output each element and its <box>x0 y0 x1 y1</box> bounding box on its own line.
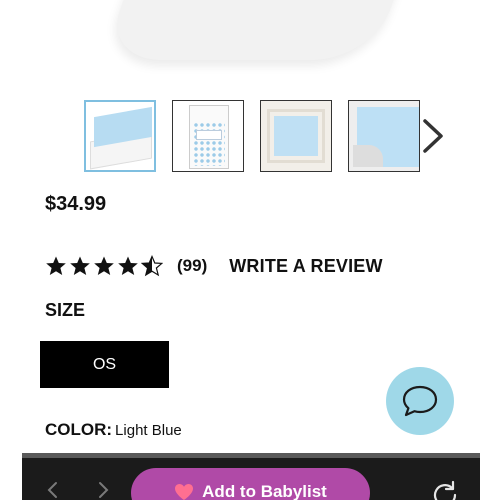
heart-icon <box>175 484 194 500</box>
product-price: $34.99 <box>45 193 107 215</box>
size-heading: SIZE <box>45 300 86 320</box>
chevron-right-icon[interactable] <box>96 481 110 499</box>
star-icon <box>94 256 114 275</box>
thumbnail-crib[interactable] <box>260 100 332 172</box>
star-icon <box>118 256 138 275</box>
thumbnail-sheet-detail[interactable] <box>348 100 420 172</box>
star-rating[interactable] <box>45 255 163 277</box>
thumbnail-carousel <box>84 100 420 172</box>
rating-row: (99) WRITE A REVIEW <box>45 254 383 278</box>
sheet-image <box>101 0 409 60</box>
add-to-babylist-button[interactable]: Add to Babylist <box>131 468 370 500</box>
color-value: Light Blue <box>115 422 182 439</box>
chevron-left-icon[interactable] <box>46 481 60 499</box>
browser-bottom-bar: Add to Babylist <box>22 453 480 500</box>
chevron-right-icon[interactable] <box>420 118 446 154</box>
write-review-link[interactable]: WRITE A REVIEW <box>229 256 382 277</box>
star-icon <box>70 256 90 275</box>
chat-button[interactable] <box>386 367 454 435</box>
size-option-os[interactable]: OS <box>40 341 169 388</box>
add-to-babylist-label: Add to Babylist <box>202 482 327 500</box>
thumbnail-sheet-corner[interactable] <box>84 100 156 172</box>
star-icon <box>141 255 163 277</box>
color-label: COLOR: <box>45 420 113 439</box>
chat-bubble-icon <box>402 385 438 417</box>
reload-icon[interactable] <box>430 479 460 500</box>
star-icon <box>46 256 66 275</box>
product-main-image <box>0 0 500 88</box>
review-count[interactable]: (99) <box>177 256 207 276</box>
thumbnail-package[interactable] <box>172 100 244 172</box>
color-selection: COLOR: Light Blue <box>45 420 182 440</box>
